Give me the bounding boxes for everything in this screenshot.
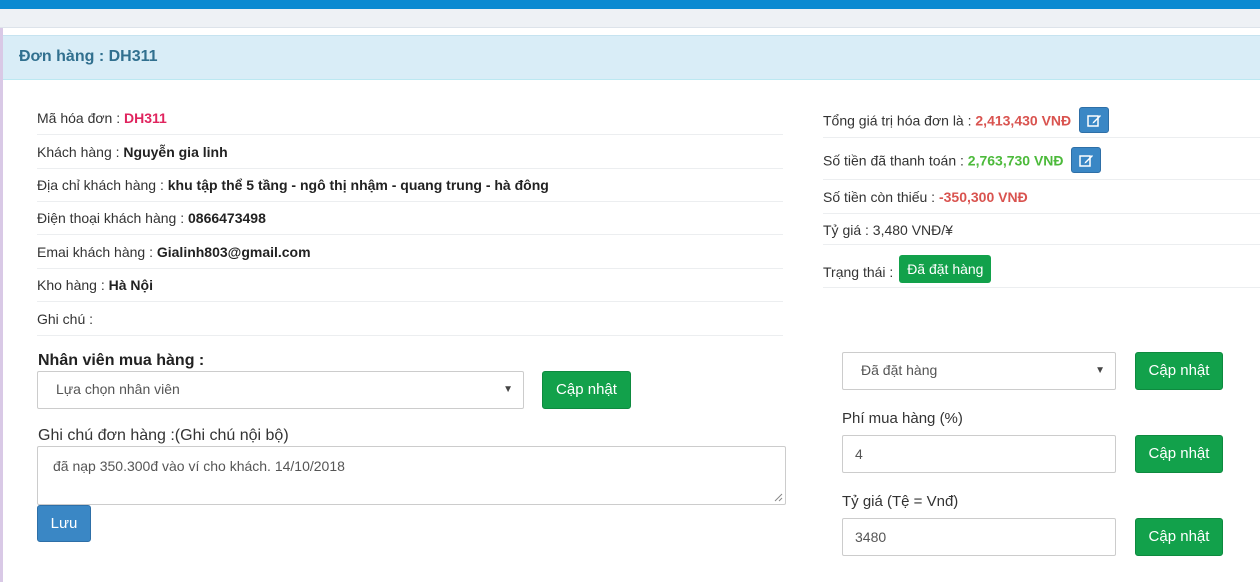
customer-row: Khách hàng : Nguyễn gia linh [37, 135, 783, 169]
total-row: Tổng giá trị hóa đơn là : 2,413,430 VNĐ [823, 102, 1260, 138]
left-edge-border [0, 28, 3, 582]
status-update-button[interactable]: Cập nhật [1135, 352, 1223, 390]
note-row: Ghi chú : [37, 302, 783, 336]
edit-icon [1087, 115, 1102, 127]
status-select-value: Đã đặt hàng [861, 362, 938, 378]
page-title: Đơn hàng : DH311 [19, 48, 158, 65]
staff-update-button[interactable]: Cập nhật [542, 371, 631, 409]
edit-icon [1079, 155, 1094, 167]
exchange-rate-update-button[interactable]: Cập nhật [1135, 518, 1223, 556]
resize-grip-icon[interactable] [774, 493, 783, 502]
fee-input-value: 4 [855, 446, 863, 462]
fee-input[interactable]: 4 [842, 435, 1116, 473]
edit-paid-button[interactable] [1071, 147, 1102, 173]
email-row: Emai khách hàng : Gialinh803@gmail.com [37, 235, 783, 269]
internal-note-value: đã nạp 350.300đ vào ví cho khách. 14/10/… [53, 458, 345, 474]
staff-select-value: Lựa chọn nhân viên [56, 381, 180, 397]
due-row: Số tiền còn thiếu : -350,300 VNĐ [823, 180, 1260, 214]
email-label: Emai khách hàng : [37, 244, 157, 260]
status-label: Trạng thái : [823, 264, 898, 280]
invoice-code-value: DH311 [124, 110, 167, 126]
fee-label: Phí mua hàng (%) [842, 410, 963, 427]
paid-row: Số tiền đã thanh toán : 2,763,730 VNĐ [823, 142, 1260, 180]
status-badge: Đã đặt hàng [899, 255, 992, 283]
address-label: Địa chỉ khách hàng : [37, 177, 168, 193]
paid-value: 2,763,730 VNĐ [967, 152, 1064, 169]
paid-label: Số tiền đã thanh toán : [823, 152, 968, 169]
customer-label: Khách hàng : [37, 144, 124, 160]
chevron-down-icon: ▼ [1095, 365, 1105, 376]
exchange-rate-input[interactable]: 3480 [842, 518, 1116, 556]
note-label: Ghi chú : [37, 311, 94, 327]
sub-header-bar [0, 9, 1260, 28]
exchange-rate-label: Tỷ giá (Tệ = Vnđ) [842, 493, 959, 510]
phone-value: 0866473498 [188, 210, 266, 226]
invoice-code-row: Mã hóa đơn : DH311 [37, 101, 783, 135]
panel-heading: Đơn hàng : DH311 [3, 35, 1260, 80]
status-row: Trạng thái : Đã đặt hàng [823, 248, 1260, 288]
save-note-button[interactable]: Lưu [37, 505, 91, 542]
email-value: Gialinh803@gmail.com [156, 244, 311, 260]
warehouse-value: Hà Nội [108, 277, 153, 293]
warehouse-row: Kho hàng : Hà Nội [37, 268, 783, 302]
customer-value: Nguyễn gia linh [123, 144, 228, 160]
rate-label: Tỷ giá : [823, 222, 873, 238]
top-accent-bar [0, 0, 1260, 9]
chevron-down-icon: ▼ [503, 384, 513, 395]
exchange-rate-input-value: 3480 [855, 529, 887, 545]
rate-value: 3,480 VNĐ/¥ [872, 222, 953, 238]
due-value: -350,300 VNĐ [938, 189, 1028, 205]
fee-update-button[interactable]: Cập nhật [1135, 435, 1223, 473]
due-label: Số tiền còn thiếu : [823, 189, 939, 205]
warehouse-label: Kho hàng : [37, 277, 109, 293]
total-label: Tổng giá trị hóa đơn là : [823, 112, 976, 129]
staff-section-title: Nhân viên mua hàng : [38, 352, 205, 369]
address-value: khu tập thể 5 tầng - ngô thị nhậm - quan… [167, 177, 549, 193]
rate-row: Tỷ giá : 3,480 VNĐ/¥ [823, 214, 1260, 245]
edit-total-button[interactable] [1079, 107, 1110, 133]
status-select[interactable]: Đã đặt hàng ▼ [842, 352, 1116, 390]
total-value: 2,413,430 VNĐ [975, 112, 1072, 129]
phone-label: Điện thoại khách hàng : [37, 210, 188, 226]
invoice-code-label: Mã hóa đơn : [37, 110, 125, 126]
staff-select[interactable]: Lựa chọn nhân viên ▼ [37, 371, 524, 409]
internal-note-label: Ghi chú đơn hàng :(Ghi chú nội bộ) [38, 427, 289, 444]
address-row: Địa chỉ khách hàng : khu tập thể 5 tầng … [37, 168, 783, 202]
phone-row: Điện thoại khách hàng : 0866473498 [37, 201, 783, 235]
internal-note-textarea[interactable]: đã nạp 350.300đ vào ví cho khách. 14/10/… [37, 446, 786, 505]
